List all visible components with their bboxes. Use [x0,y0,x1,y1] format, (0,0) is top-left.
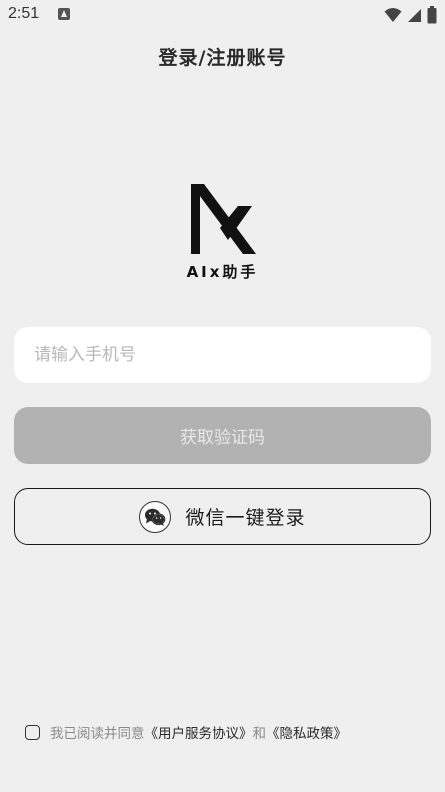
user-agreement-link[interactable]: 《用户服务协议》 [145,726,253,742]
get-code-button[interactable]: 获取验证码 [14,407,431,464]
wifi-icon [384,8,402,22]
agreement-checkbox[interactable] [25,724,40,740]
page-title: 登录/注册账号 [158,47,287,69]
status-bar: 2:51 [0,0,445,30]
agreement-conjunction: 和 [252,726,267,742]
logo-mark-icon [191,184,256,254]
agreement-text: 我已阅读并同意《用户服务协议》和《隐私政策》 [50,722,347,742]
phone-input[interactable] [14,327,431,383]
agreement-row: 我已阅读并同意《用户服务协议》和《隐私政策》 [25,722,347,742]
app-name: AIx助手 [186,263,259,281]
wechat-login-button[interactable]: 微信一键登录 [14,488,431,545]
status-icons [384,6,437,24]
status-time: 2:51 [8,5,40,22]
login-screen: 2:51 登录/注册账号 AIx助手 请输入手机号 获取验证码 微信一键登录 我… [0,0,445,792]
phone-field [14,327,431,383]
app-logo [180,180,265,260]
signal-icon [408,8,421,22]
wechat-icon [139,500,172,533]
wechat-login-label: 微信一键登录 [185,507,306,529]
notification-icon [58,8,70,20]
battery-icon [427,6,437,24]
agreement-prefix: 我已阅读并同意 [50,726,145,742]
privacy-policy-link[interactable]: 《隐私政策》 [266,726,347,742]
